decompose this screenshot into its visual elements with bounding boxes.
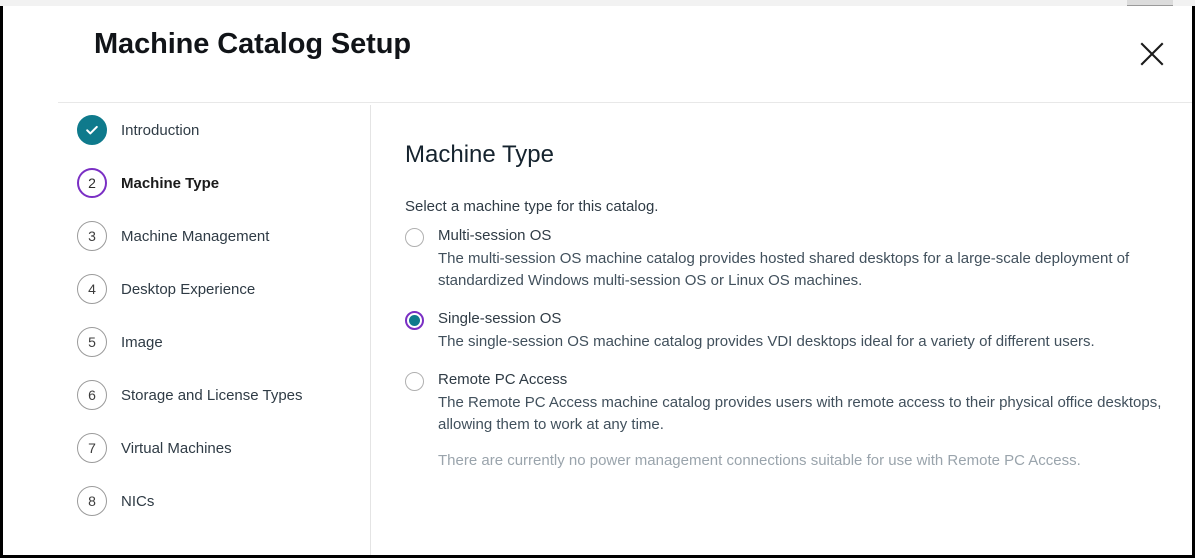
sidebar-item-label: Machine Management — [121, 227, 270, 245]
machine-catalog-setup-dialog: Machine Catalog Setup Introduction 2 Mac… — [0, 6, 1195, 558]
radio-multi-session-os[interactable] — [405, 228, 424, 247]
sidebar-item-storage-and-license-types[interactable]: 6 Storage and License Types — [77, 380, 303, 410]
step-marker-number: 7 — [77, 433, 107, 463]
sidebar-item-machine-management[interactable]: 3 Machine Management — [77, 221, 269, 251]
option-label: Remote PC Access — [438, 371, 568, 388]
sidebar-item-machine-type[interactable]: 2 Machine Type — [77, 168, 219, 198]
option-multi-session-os[interactable]: Multi-session OS The multi-session OS ma… — [405, 225, 1175, 292]
sidebar-item-label: Machine Type — [121, 174, 220, 192]
step-marker-number: 6 — [77, 380, 107, 410]
sidebar-item-image[interactable]: 5 Image — [77, 327, 163, 357]
option-description: The multi-session OS machine catalog pro… — [438, 250, 1130, 289]
close-x-icon — [1139, 41, 1165, 67]
step-marker-number: 3 — [77, 221, 107, 251]
sidebar-item-nics[interactable]: 8 NICs — [77, 486, 154, 516]
step-marker-number: 2 — [77, 168, 107, 198]
content-subtitle: Select a machine type for this catalog. — [405, 198, 659, 215]
radio-single-session-os[interactable] — [405, 311, 424, 330]
option-description: The single-session OS machine catalog pr… — [438, 333, 1095, 350]
sidebar-item-label: NICs — [121, 492, 155, 510]
option-label: Multi-session OS — [438, 227, 552, 244]
sidebar-item-label: Virtual Machines — [121, 439, 232, 457]
option-single-session-os[interactable]: Single-session OS The single-session OS … — [405, 308, 1175, 353]
step-marker-check-icon — [77, 115, 107, 145]
step-marker-number: 8 — [77, 486, 107, 516]
step-marker-number: 4 — [77, 274, 107, 304]
sidebar-item-label: Storage and License Types — [121, 386, 303, 404]
option-description: The Remote PC Access machine catalog pro… — [438, 394, 1162, 433]
page-title: Machine Catalog Setup — [94, 28, 411, 60]
dialog-header: Machine Catalog Setup — [3, 6, 1192, 102]
wizard-steps-sidebar: Introduction 2 Machine Type 3 Machine Ma… — [3, 103, 367, 555]
sidebar-item-introduction[interactable]: Introduction — [77, 115, 199, 145]
step-marker-number: 5 — [77, 327, 107, 357]
machine-type-radio-group: Multi-session OS The multi-session OS ma… — [405, 225, 1175, 488]
machine-type-panel: Machine Type Select a machine type for t… — [371, 103, 1192, 555]
sidebar-item-virtual-machines[interactable]: 7 Virtual Machines — [77, 433, 232, 463]
option-remote-pc-access[interactable]: Remote PC Access The Remote PC Access ma… — [405, 369, 1175, 472]
sidebar-item-label: Desktop Experience — [121, 280, 256, 298]
radio-remote-pc-access[interactable] — [405, 372, 424, 391]
option-label: Single-session OS — [438, 310, 562, 327]
option-unavailable-note: There are currently no power management … — [438, 452, 1081, 469]
sidebar-item-desktop-experience[interactable]: 4 Desktop Experience — [77, 274, 255, 304]
sidebar-item-label: Image — [121, 333, 163, 351]
close-button[interactable] — [1134, 36, 1170, 72]
sidebar-item-label: Introduction — [121, 121, 200, 139]
content-title: Machine Type — [405, 141, 554, 168]
